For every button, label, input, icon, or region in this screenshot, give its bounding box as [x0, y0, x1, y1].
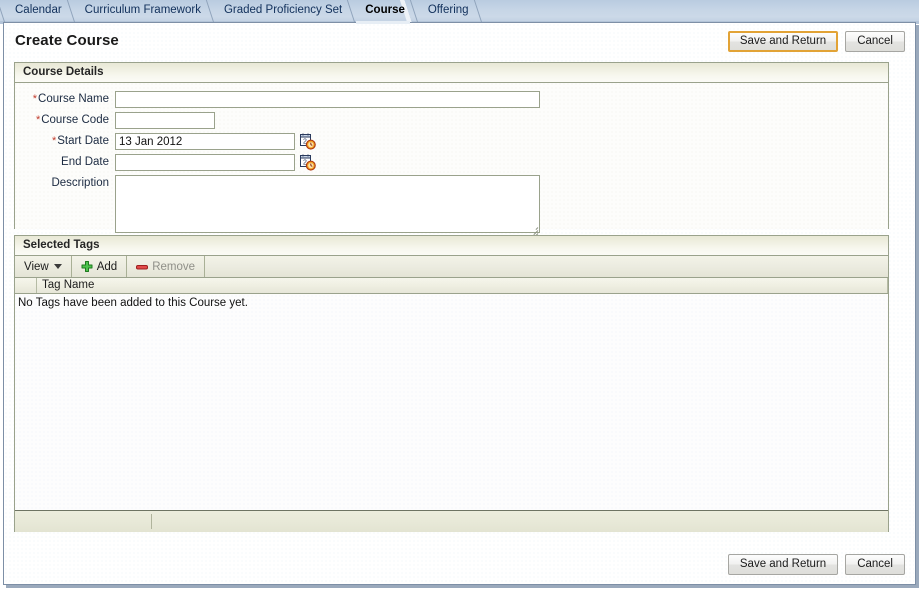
- tags-table-empty-message: No Tags have been added to this Course y…: [18, 297, 248, 309]
- tab-graded-proficiency-set[interactable]: Graded Proficiency Set: [213, 0, 355, 22]
- remove-tag-label: Remove: [152, 260, 196, 273]
- application-window: Calendar Curriculum Framework Graded Pro…: [0, 0, 919, 590]
- end-date-input[interactable]: [115, 154, 295, 171]
- description-label-text: Description: [51, 177, 109, 189]
- view-menu-button[interactable]: View: [15, 256, 72, 277]
- tab-calendar[interactable]: Calendar: [4, 0, 75, 22]
- field-row-description: Description: [23, 175, 540, 241]
- header-action-bar: Save and Return Cancel: [727, 31, 905, 52]
- end-date-label-text: End Date: [61, 156, 109, 168]
- tags-table-status-bar: [15, 510, 888, 532]
- tab-label: Graded Proficiency Set: [223, 4, 343, 16]
- tab-course[interactable]: Course: [354, 0, 418, 24]
- course-name-label: *Course Name: [23, 91, 115, 108]
- description-wrap: [115, 175, 540, 241]
- end-date-label: End Date: [23, 154, 115, 171]
- start-date-input[interactable]: [115, 133, 295, 150]
- tab-label: Offering: [427, 4, 469, 16]
- tab-label: Curriculum Framework: [84, 4, 201, 16]
- minus-icon: [136, 261, 149, 273]
- content-window-inner: Create Course Save and Return Cancel Cou…: [4, 23, 915, 584]
- selected-tags-panel-body: View Add Remove Tag Name No Tags have be…: [15, 256, 888, 532]
- footer-action-bar: Save and Return Cancel: [727, 554, 905, 575]
- required-asterisk: *: [32, 93, 38, 105]
- start-date-label: *Start Date: [23, 133, 115, 150]
- remove-tag-button[interactable]: Remove: [127, 256, 206, 277]
- tab-label: Course: [365, 4, 405, 16]
- content-window: Create Course Save and Return Cancel Cou…: [3, 22, 916, 585]
- chevron-down-icon: [53, 264, 62, 269]
- add-tag-button[interactable]: Add: [72, 256, 128, 277]
- add-tag-label: Add: [96, 260, 118, 273]
- tab-offering[interactable]: Offering: [417, 0, 482, 22]
- tab-curriculum-framework[interactable]: Curriculum Framework: [74, 0, 214, 22]
- field-row-course-code: *Course Code: [23, 112, 215, 129]
- end-date-calendar-clock-icon[interactable]: 2: [299, 154, 316, 171]
- description-label: Description: [23, 175, 115, 192]
- course-code-label: *Course Code: [23, 112, 115, 129]
- field-row-end-date: End Date 2: [23, 154, 316, 171]
- page-header: Create Course Save and Return Cancel: [5, 24, 914, 60]
- tab-active-underbar: [356, 21, 410, 24]
- tags-toolbar: View Add Remove: [15, 256, 888, 278]
- course-details-panel-body: *Course Name *Course Code *Start Date 13…: [15, 83, 888, 241]
- description-textarea[interactable]: [115, 175, 540, 233]
- field-row-course-name: *Course Name: [23, 91, 540, 108]
- tab-list: Calendar Curriculum Framework Graded Pro…: [4, 0, 481, 24]
- save-and-return-button-top[interactable]: Save and Return: [727, 31, 839, 52]
- field-row-start-date: *Start Date 2: [23, 133, 316, 150]
- tags-table-body: No Tags have been added to this Course y…: [15, 295, 888, 510]
- tab-label: Calendar: [15, 4, 62, 16]
- course-name-input[interactable]: [115, 91, 540, 108]
- row-select-column-header: [15, 278, 37, 293]
- page-title: Create Course: [15, 32, 119, 49]
- course-code-label-text: Course Code: [41, 114, 109, 126]
- save-and-return-button-bottom[interactable]: Save and Return: [727, 554, 839, 575]
- cancel-button-bottom[interactable]: Cancel: [845, 554, 905, 575]
- window-shadow-bottom: [6, 585, 919, 588]
- course-details-panel-title: Course Details: [15, 63, 888, 83]
- plus-icon: [81, 260, 93, 273]
- selected-tags-panel: Selected Tags View Add Remove Tag Name N…: [14, 235, 889, 532]
- tab-strip: Calendar Curriculum Framework Graded Pro…: [0, 0, 919, 24]
- column-header-tag-name[interactable]: Tag Name: [37, 278, 888, 293]
- start-date-calendar-clock-icon[interactable]: 2: [299, 133, 316, 150]
- required-asterisk: *: [35, 114, 41, 126]
- course-name-label-text: Course Name: [38, 93, 109, 105]
- required-asterisk: *: [51, 135, 57, 147]
- start-date-label-text: Start Date: [57, 135, 109, 147]
- course-code-input[interactable]: [115, 112, 215, 129]
- status-bar-divider: [151, 514, 152, 529]
- tags-table-header: Tag Name: [15, 278, 888, 294]
- selected-tags-panel-title: Selected Tags: [15, 236, 888, 256]
- view-menu-label: View: [24, 260, 49, 273]
- cancel-button-top[interactable]: Cancel: [845, 31, 905, 52]
- course-details-panel: Course Details *Course Name *Course Code: [14, 62, 889, 241]
